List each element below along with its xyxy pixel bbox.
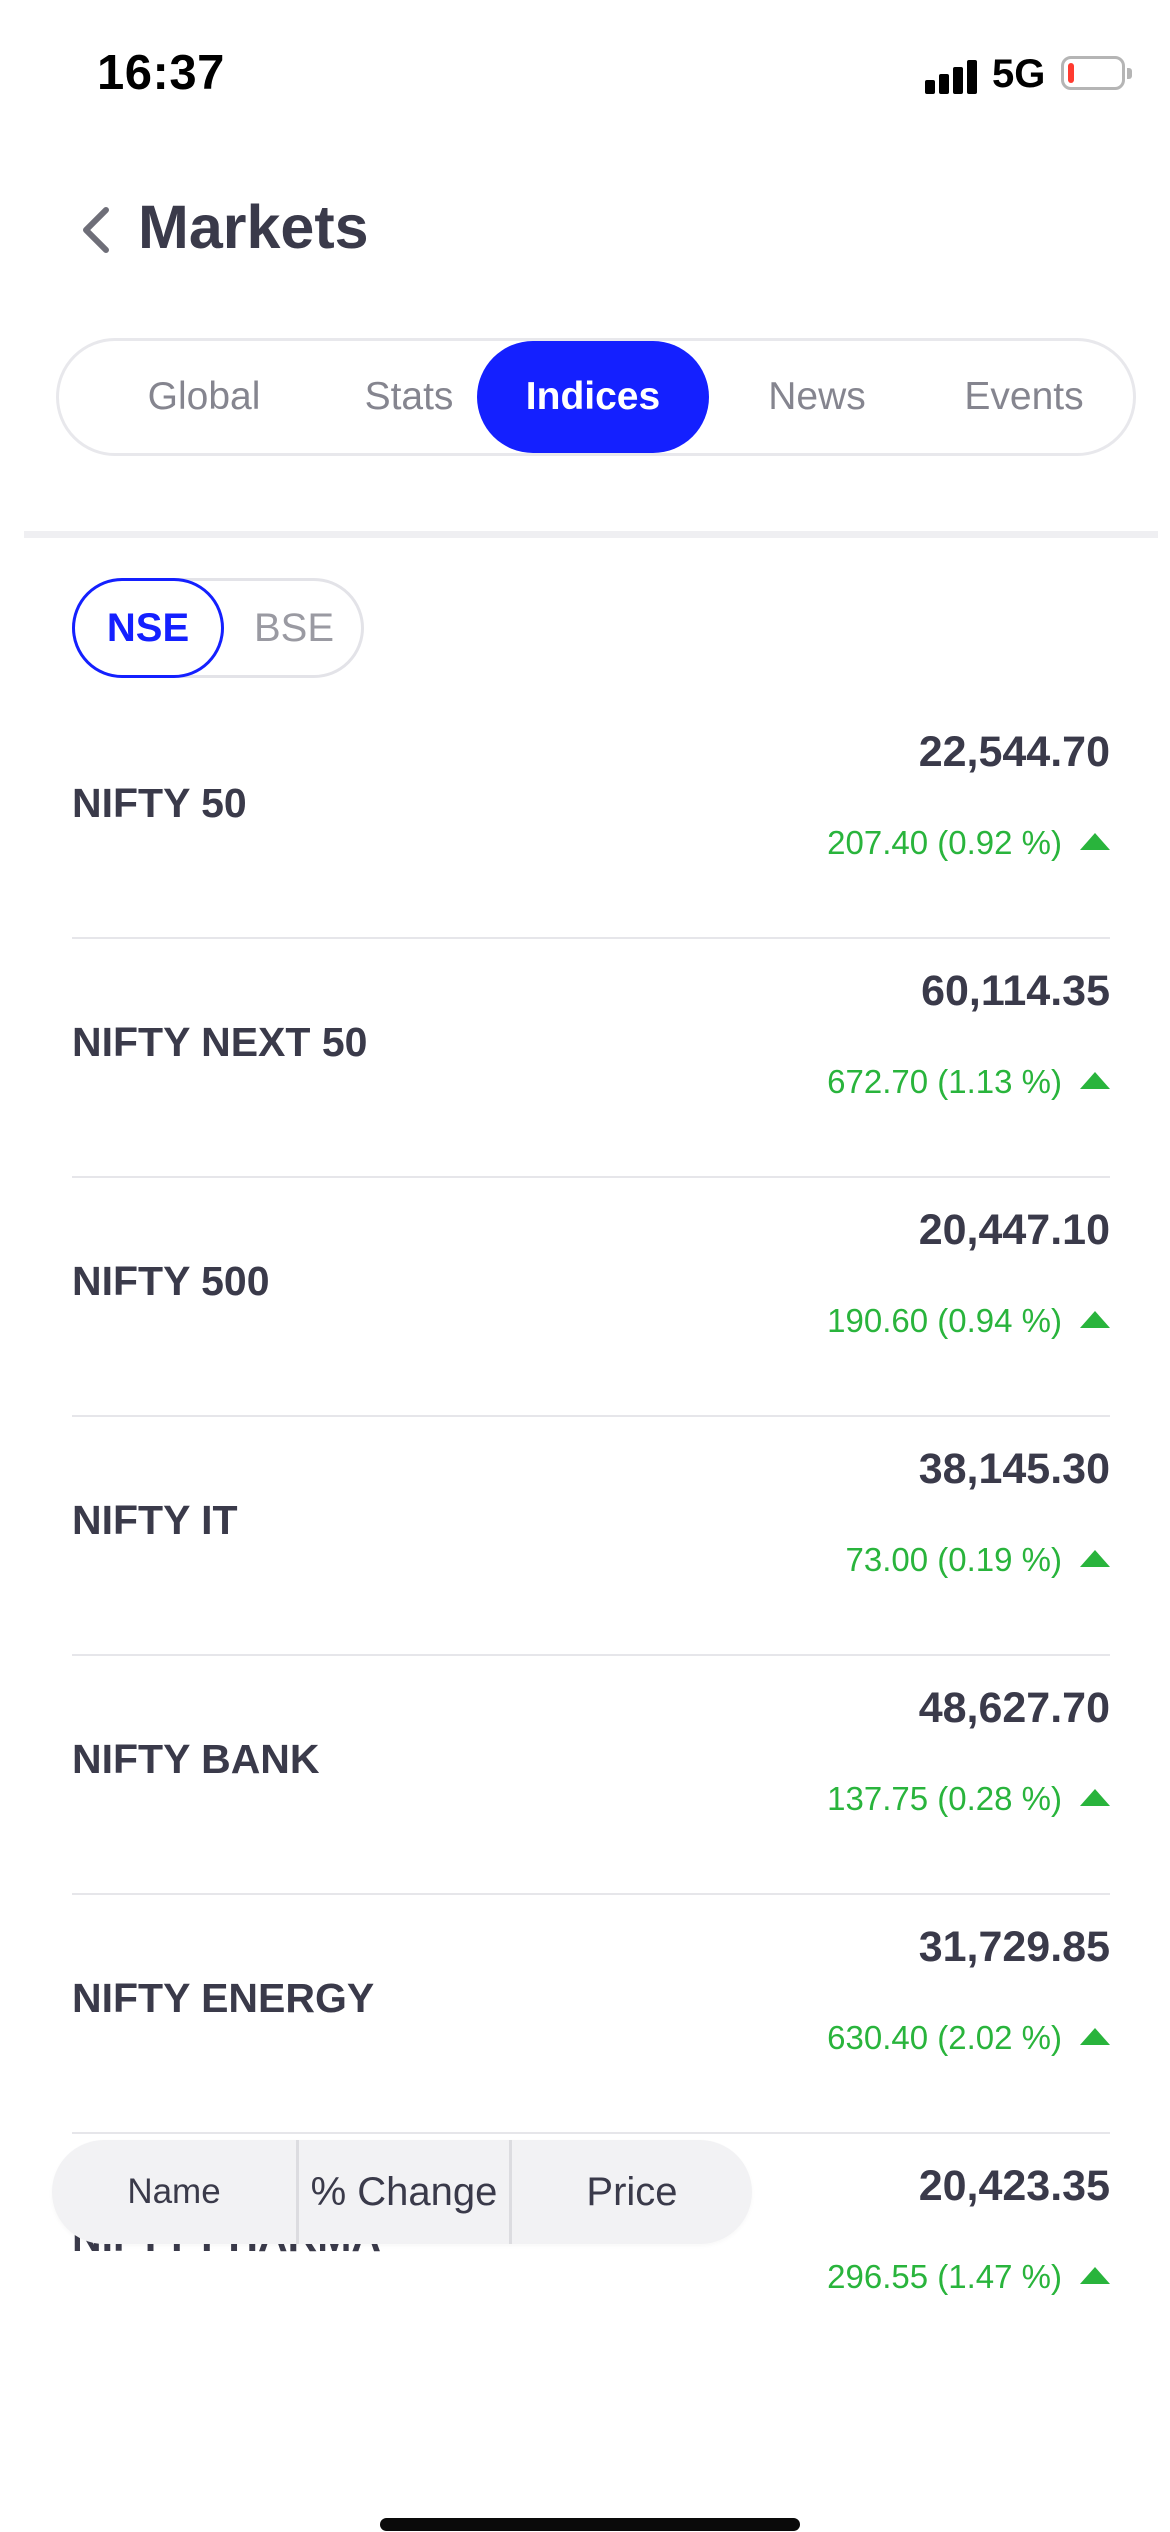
index-list: NIFTY 50 22,544.70 207.40 (0.92 %) NIFTY… <box>72 700 1110 2373</box>
index-row-nifty-50[interactable]: NIFTY 50 22,544.70 207.40 (0.92 %) <box>72 700 1110 939</box>
index-row-nifty-next-50[interactable]: NIFTY NEXT 50 60,114.35 672.70 (1.13 %) <box>72 939 1110 1178</box>
tab-news[interactable]: News <box>727 341 907 453</box>
signal-strength-icon <box>925 58 979 94</box>
section-divider <box>24 531 1158 538</box>
status-time: 16:37 <box>97 46 225 100</box>
index-name: NIFTY 50 <box>72 780 247 826</box>
index-row-nifty-it[interactable]: NIFTY IT 38,145.30 73.00 (0.19 %) <box>72 1417 1110 1656</box>
index-row-nifty-energy[interactable]: NIFTY ENERGY 31,729.85 630.40 (2.02 %) <box>72 1895 1110 2134</box>
index-name: NIFTY 500 <box>72 1258 270 1304</box>
up-arrow-icon <box>1080 1311 1110 1328</box>
index-change: 73.00 (0.19 %) <box>845 1541 1062 1578</box>
exchange-toggle: NSE BSE <box>72 578 364 678</box>
index-price: 20,447.10 <box>918 1206 1110 1254</box>
up-arrow-icon <box>1080 1072 1110 1089</box>
index-name: NIFTY ENERGY <box>72 1975 375 2021</box>
index-row-nifty-bank[interactable]: NIFTY BANK 48,627.70 137.75 (0.28 %) <box>72 1656 1110 1895</box>
sort-by-price-button[interactable]: Price <box>512 2140 752 2244</box>
chevron-left-icon[interactable] <box>70 202 126 258</box>
network-type: 5G <box>992 52 1046 96</box>
home-indicator[interactable] <box>380 2518 800 2531</box>
index-change: 672.70 (1.13 %) <box>827 1063 1062 1100</box>
up-arrow-icon <box>1080 1550 1110 1567</box>
up-arrow-icon <box>1080 2028 1110 2045</box>
index-change: 630.40 (2.02 %) <box>827 2019 1062 2056</box>
sort-bar: Name % Change Price <box>52 2140 752 2244</box>
index-change: 190.60 (0.94 %) <box>827 1302 1062 1339</box>
header: Markets <box>0 170 1170 290</box>
index-name: NIFTY BANK <box>72 1736 320 1782</box>
markets-tab-bar: Global Stats Indices News Events <box>56 338 1136 456</box>
index-price: 48,627.70 <box>918 1684 1110 1732</box>
index-price: 22,544.70 <box>918 728 1110 776</box>
sort-by-change-button[interactable]: % Change <box>299 2140 509 2244</box>
exchange-nse-option[interactable]: NSE <box>72 578 224 678</box>
up-arrow-icon <box>1080 2267 1110 2284</box>
index-name: NIFTY IT <box>72 1497 238 1543</box>
up-arrow-icon <box>1080 833 1110 850</box>
up-arrow-icon <box>1080 1789 1110 1806</box>
page-title: Markets <box>138 193 369 261</box>
index-row-nifty-500[interactable]: NIFTY 500 20,447.10 190.60 (0.94 %) <box>72 1178 1110 1417</box>
tab-global[interactable]: Global <box>99 341 309 453</box>
index-price: 31,729.85 <box>918 1923 1110 1971</box>
battery-icon <box>1061 56 1132 90</box>
index-price: 60,114.35 <box>921 967 1110 1015</box>
index-change: 207.40 (0.92 %) <box>827 824 1062 861</box>
index-name: NIFTY NEXT 50 <box>72 1019 368 1065</box>
index-price: 38,145.30 <box>918 1445 1110 1493</box>
exchange-bse-option[interactable]: BSE <box>224 578 364 678</box>
index-change: 296.55 (1.47 %) <box>827 2258 1062 2295</box>
battery-level <box>1068 63 1074 83</box>
tab-stats[interactable]: Stats <box>324 341 494 453</box>
tab-indices[interactable]: Indices <box>477 341 709 453</box>
index-price: 20,423.35 <box>918 2162 1110 2210</box>
index-change: 137.75 (0.28 %) <box>827 1780 1062 1817</box>
sort-by-name-button[interactable]: Name <box>52 2140 296 2244</box>
tab-events[interactable]: Events <box>929 341 1119 453</box>
status-bar: 16:37 5G <box>0 0 1170 150</box>
